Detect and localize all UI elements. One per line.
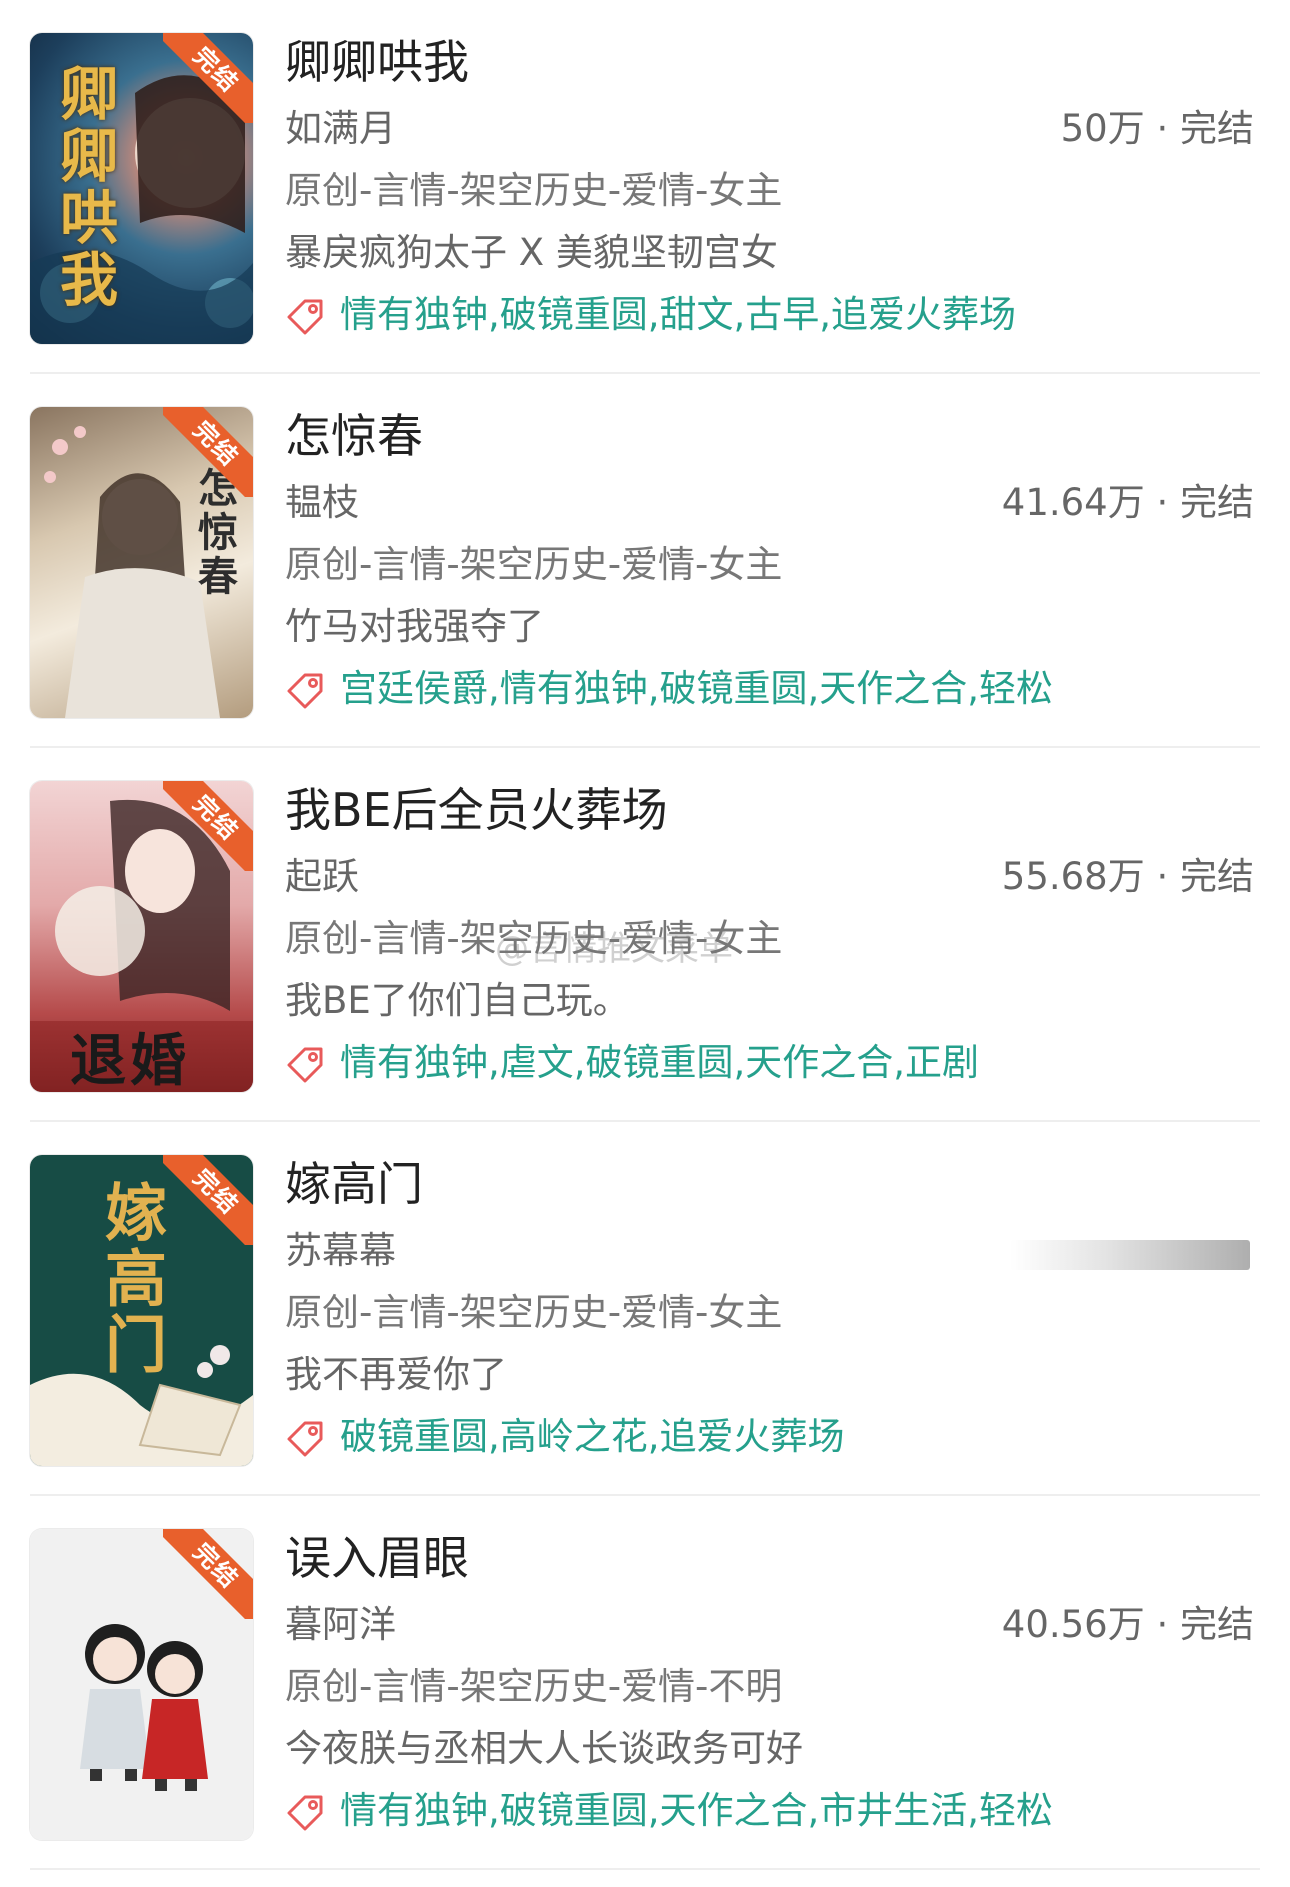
book-stats: 50万 · 完结 bbox=[1060, 107, 1254, 150]
book-stats: 55.68万 · 完结 bbox=[1001, 855, 1254, 898]
book-info: 我BE后全员火葬场 起跃 55.68万 · 完结 原创-言情-架空历史-爱情-女… bbox=[285, 778, 1254, 1098]
price-tag-icon bbox=[287, 1421, 323, 1457]
book-category: 原创-言情-架空历史-爱情-女主 bbox=[285, 917, 783, 960]
book-cover[interactable]: 完结 bbox=[30, 1529, 253, 1840]
book-cover[interactable]: 卿卿哄我 完结 bbox=[30, 33, 253, 344]
book-title[interactable]: 误入眉眼 bbox=[285, 1526, 469, 1590]
book-title[interactable]: 嫁高门 bbox=[285, 1152, 423, 1216]
book-author[interactable]: 苏幕幕 bbox=[285, 1225, 396, 1277]
price-tag-icon bbox=[287, 1047, 323, 1083]
redacted-stats bbox=[1010, 1240, 1250, 1270]
book-stats: 41.64万 · 完结 bbox=[1001, 481, 1254, 524]
book-intro: 我不再爱你了 bbox=[285, 1353, 507, 1396]
price-tag-icon bbox=[287, 299, 323, 335]
book-title[interactable]: 我BE后全员火葬场 bbox=[285, 778, 668, 842]
book-tags[interactable]: 破镜重圆,高岭之花,追爱火葬场 bbox=[340, 1411, 845, 1463]
book-cover[interactable]: 退婚 完结 bbox=[30, 781, 253, 1092]
book-author[interactable]: 韫枝 bbox=[285, 477, 359, 529]
book-item[interactable]: 怎惊春 完结 怎惊春 韫枝 41.64万 · 完结 原创-言情-架空历史-爱情-… bbox=[0, 374, 1290, 748]
book-title[interactable]: 卿卿哄我 bbox=[285, 30, 469, 94]
cover-title: 嫁高门 bbox=[94, 1180, 167, 1378]
price-tag-icon bbox=[287, 673, 323, 709]
price-tag-icon bbox=[287, 1795, 323, 1831]
book-info: 卿卿哄我 如满月 50万 · 完结 原创-言情-架空历史-爱情-女主 暴戾疯狗太… bbox=[285, 30, 1254, 350]
book-item[interactable]: 卿卿哄我 完结 卿卿哄我 如满月 50万 · 完结 原创-言情-架空历史-爱情-… bbox=[0, 0, 1290, 374]
book-info: 怎惊春 韫枝 41.64万 · 完结 原创-言情-架空历史-爱情-女主 竹马对我… bbox=[285, 404, 1254, 724]
book-author[interactable]: 暮阿洋 bbox=[285, 1599, 396, 1651]
book-intro: 今夜朕与丞相大人长谈政务可好 bbox=[285, 1727, 803, 1770]
divider bbox=[30, 1868, 1260, 1870]
completed-ribbon: 完结 bbox=[163, 1155, 253, 1245]
book-intro: 竹马对我强夺了 bbox=[285, 605, 544, 648]
cover-title: 卿卿哄我 bbox=[50, 63, 118, 311]
book-cover[interactable]: 怎惊春 完结 bbox=[30, 407, 253, 718]
completed-ribbon: 完结 bbox=[163, 781, 253, 871]
book-stats: 40.56万 · 完结 bbox=[1001, 1603, 1254, 1646]
book-tags[interactable]: 情有独钟,虐文,破镜重圆,天作之合,正剧 bbox=[340, 1037, 979, 1089]
completed-ribbon: 完结 bbox=[163, 407, 253, 497]
book-tags[interactable]: 宫廷侯爵,情有独钟,破镜重圆,天作之合,轻松 bbox=[340, 663, 1053, 715]
book-category: 原创-言情-架空历史-爱情-女主 bbox=[285, 543, 783, 586]
book-title[interactable]: 怎惊春 bbox=[285, 404, 423, 468]
book-author[interactable]: 如满月 bbox=[285, 103, 396, 155]
book-item[interactable]: 退婚 完结 我BE后全员火葬场 起跃 55.68万 · 完结 原创-言情-架空历… bbox=[0, 748, 1290, 1122]
book-tags[interactable]: 情有独钟,破镜重圆,甜文,古早,追爱火葬场 bbox=[340, 289, 1016, 341]
book-info: 误入眉眼 暮阿洋 40.56万 · 完结 原创-言情-架空历史-爱情-不明 今夜… bbox=[285, 1526, 1254, 1846]
book-category: 原创-言情-架空历史-爱情-女主 bbox=[285, 169, 783, 212]
completed-ribbon: 完结 bbox=[163, 1529, 253, 1619]
cover-title: 退婚 bbox=[70, 1028, 190, 1092]
book-item[interactable]: 完结 误入眉眼 暮阿洋 40.56万 · 完结 原创-言情-架空历史-爱情-不明… bbox=[0, 1496, 1290, 1870]
completed-ribbon: 完结 bbox=[163, 33, 253, 123]
book-tags[interactable]: 情有独钟,破镜重圆,天作之合,市井生活,轻松 bbox=[340, 1785, 1053, 1837]
book-item[interactable]: 嫁高门 完结 嫁高门 苏幕幕 原创-言情-架空历史-爱情-女主 我不再爱你了 破… bbox=[0, 1122, 1290, 1496]
book-intro: 暴戾疯狗太子 X 美貌坚韧宫女 bbox=[285, 231, 778, 274]
book-category: 原创-言情-架空历史-爱情-不明 bbox=[285, 1665, 783, 1708]
book-category: 原创-言情-架空历史-爱情-女主 bbox=[285, 1291, 783, 1334]
book-cover[interactable]: 嫁高门 完结 bbox=[30, 1155, 253, 1466]
book-author[interactable]: 起跃 bbox=[285, 851, 359, 903]
book-info: 嫁高门 苏幕幕 原创-言情-架空历史-爱情-女主 我不再爱你了 破镜重圆,高岭之… bbox=[285, 1152, 1254, 1472]
book-intro: 我BE了你们自己玩。 bbox=[285, 979, 630, 1022]
